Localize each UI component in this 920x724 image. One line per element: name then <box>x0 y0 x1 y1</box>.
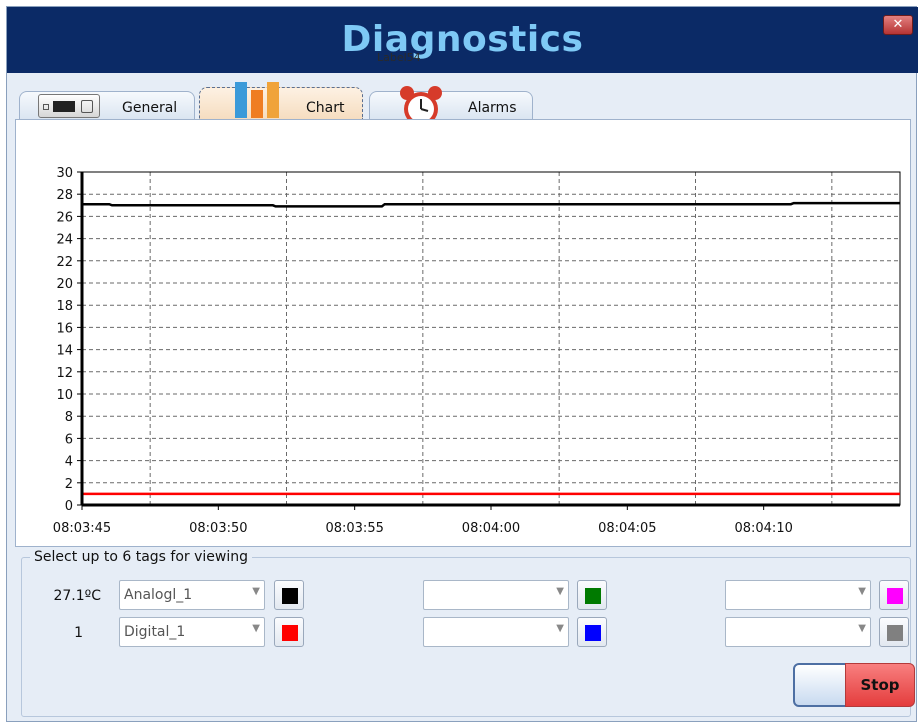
tab-strip: General Chart Alarms <box>15 79 915 126</box>
x-tick-label: 08:03:55 <box>325 521 383 536</box>
y-tick-label: 6 <box>65 432 73 447</box>
chevron-down-icon: ▼ <box>252 623 260 634</box>
chart-panel: 0 2 4 6 8 10 12 14 16 18 20 22 24 26 28 30 08:03:45 08:03… <box>15 119 911 547</box>
tab-general-label: General <box>122 100 178 116</box>
color-button-3[interactable] <box>879 580 909 610</box>
title-bar: Diagnostics Label54 ✕ <box>7 7 918 73</box>
y-tick-label: 24 <box>56 233 73 248</box>
tab-alarms-label: Alarms <box>468 100 517 116</box>
y-tick-label: 26 <box>56 210 73 225</box>
color-swatch <box>585 625 601 641</box>
y-tick-label: 8 <box>65 410 73 425</box>
x-tick-label: 08:04:05 <box>598 521 656 536</box>
tag-value-row2: 1 <box>74 625 83 641</box>
y-tick-label: 14 <box>56 344 73 359</box>
y-tick-label: 16 <box>56 321 73 336</box>
tag-select-6[interactable]: ▼ <box>725 617 871 647</box>
start-button[interactable] <box>793 663 847 707</box>
diagnostics-window: Diagnostics Label54 ✕ General Chart Alar… <box>6 6 918 722</box>
overlay-label: Label54 <box>377 51 421 64</box>
x-tick-label: 08:04:10 <box>734 521 792 536</box>
color-swatch <box>887 588 903 604</box>
color-button-1[interactable] <box>274 580 304 610</box>
y-tick-label: 2 <box>65 477 73 492</box>
tag-select-1-value: Analogl_1 <box>124 587 193 603</box>
window-title: Diagnostics <box>341 19 584 60</box>
tag-select-4-value: Digital_1 <box>124 624 186 640</box>
tag-select-1[interactable]: Analogl_1 ▼ <box>119 580 265 610</box>
tag-value-row1: 27.1ºC <box>53 588 101 604</box>
color-swatch <box>282 625 298 641</box>
tag-select-5[interactable]: ▼ <box>423 617 569 647</box>
tag-select-4[interactable]: Digital_1 ▼ <box>119 617 265 647</box>
close-button[interactable]: ✕ <box>883 15 913 35</box>
chevron-down-icon: ▼ <box>858 623 866 634</box>
chevron-down-icon: ▼ <box>252 586 260 597</box>
tab-alarms[interactable]: Alarms <box>369 86 533 126</box>
stop-button[interactable]: Stop <box>845 663 915 707</box>
color-button-4[interactable] <box>274 617 304 647</box>
tag-group-legend: Select up to 6 tags for viewing <box>30 549 252 565</box>
tab-chart[interactable]: Chart <box>199 82 363 119</box>
chevron-down-icon: ▼ <box>858 586 866 597</box>
y-tick-label: 0 <box>65 499 73 514</box>
device-icon <box>38 94 100 118</box>
tab-chart-label: Chart <box>306 100 345 116</box>
y-tick-label: 28 <box>56 188 73 203</box>
plot-area <box>81 171 901 506</box>
tag-select-3[interactable]: ▼ <box>725 580 871 610</box>
x-tick-label: 08:03:50 <box>189 521 247 536</box>
x-tick-label: 08:04:00 <box>462 521 520 536</box>
y-tick-label: 12 <box>56 366 73 381</box>
y-tick-label: 18 <box>56 299 73 314</box>
x-tick-label: 08:03:45 <box>53 521 111 536</box>
color-swatch <box>585 588 601 604</box>
tab-general[interactable]: General <box>19 91 195 119</box>
color-swatch <box>282 588 298 604</box>
bar-chart-icon <box>235 82 283 118</box>
chevron-down-icon: ▼ <box>556 586 564 597</box>
y-tick-label: 4 <box>65 455 73 470</box>
color-button-2[interactable] <box>577 580 607 610</box>
y-tick-label: 10 <box>56 388 73 403</box>
color-swatch <box>887 625 903 641</box>
series-line-1 <box>82 201 900 208</box>
color-button-6[interactable] <box>879 617 909 647</box>
tag-select-2[interactable]: ▼ <box>423 580 569 610</box>
line-chart: 02468101214161820222426283008:03:45 08:03… <box>53 166 901 536</box>
y-tick-label: 20 <box>56 277 73 292</box>
chevron-down-icon: ▼ <box>556 623 564 634</box>
color-button-5[interactable] <box>577 617 607 647</box>
y-tick-label: 30 <box>56 166 73 181</box>
y-tick-label: 22 <box>56 255 73 270</box>
